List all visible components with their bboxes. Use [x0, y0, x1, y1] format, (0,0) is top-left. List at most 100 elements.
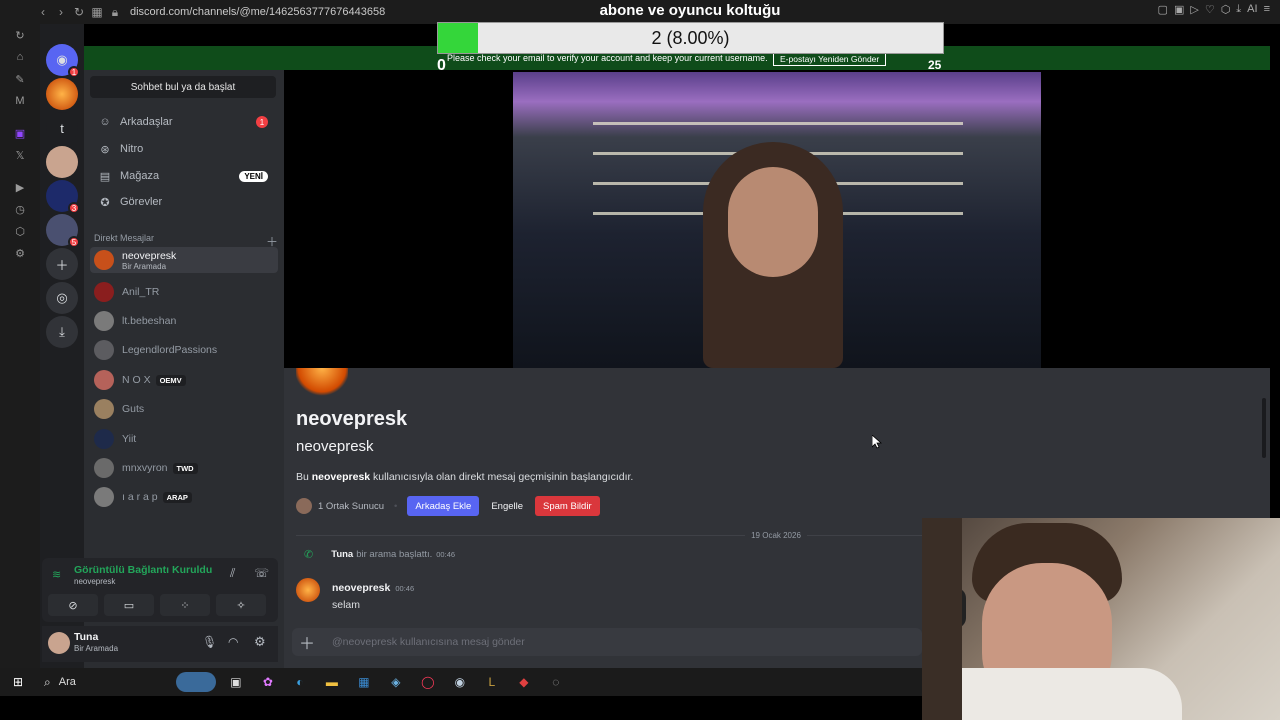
download-icon[interactable]: ⤓	[1236, 3, 1241, 16]
reload-icon[interactable]: ↻	[70, 3, 88, 21]
server-avatar-2[interactable]: 5	[46, 214, 80, 248]
settings-icon[interactable]: ⚙	[0, 242, 40, 264]
weather-widget[interactable]	[175, 672, 216, 692]
steam-icon[interactable]: ◉	[448, 672, 472, 692]
soundboard-button[interactable]: ✧	[216, 594, 266, 616]
noise-suppression-icon[interactable]: ⫽	[230, 566, 235, 581]
message-avatar[interactable]	[296, 578, 320, 602]
notes-icon[interactable]: ✎	[0, 68, 40, 90]
discord-home-icon[interactable]: ◉ 1	[46, 44, 80, 78]
riot-icon[interactable]: ◆	[512, 672, 536, 692]
camera-off-button[interactable]: ⊘	[48, 594, 98, 616]
report-spam-button[interactable]: Spam Bildir	[535, 496, 600, 516]
clock-icon[interactable]: ◷	[0, 198, 40, 220]
explore-icon[interactable]: ◎	[46, 282, 78, 314]
dm-name: N O X	[122, 374, 151, 386]
twitch-icon[interactable]: ▣	[0, 122, 40, 144]
progress-bar: 2 (8.00%)	[437, 22, 944, 54]
screenshot-icon[interactable]: ▣	[1174, 3, 1184, 16]
browser-actions: ▢ ▣ ▷ ♡ ⬡ ⤓ AI ≡	[1158, 3, 1270, 16]
dm-item[interactable]: LegendlordPassions	[90, 337, 278, 363]
voice-status[interactable]: Görüntülü Bağlantı Kuruldu	[74, 564, 212, 576]
headphones-icon[interactable]: ◠	[228, 635, 238, 649]
avatar[interactable]	[48, 632, 70, 654]
nitro-icon: ⊛	[100, 143, 110, 156]
microphone-icon[interactable]: 🎙︎	[202, 635, 217, 649]
nav-quests[interactable]: ✪ Görevler	[90, 190, 278, 214]
scrollbar[interactable]	[1262, 398, 1266, 458]
discord-taskbar-icon[interactable]: ◌	[544, 672, 568, 692]
nav-nitro[interactable]: ⊛ Nitro	[90, 137, 278, 161]
settings-icon[interactable]: ⚙	[254, 634, 266, 650]
nav-shop[interactable]: ▤ Mağaza YENİ	[90, 164, 278, 188]
download-apps-icon[interactable]: ⤓	[46, 316, 78, 348]
avatar	[94, 429, 114, 449]
dm-item[interactable]: N O X OEMV	[90, 367, 278, 393]
store-icon[interactable]: ▦	[352, 672, 376, 692]
dm-name: mnxvyron	[122, 462, 168, 474]
dm-item[interactable]: Anil_TR	[90, 279, 278, 305]
activities-button[interactable]: ⁘	[160, 594, 210, 616]
task-view-icon[interactable]: ▣	[224, 672, 248, 692]
ai-button[interactable]: AI	[1247, 3, 1257, 16]
edge-icon[interactable]: ◐	[288, 672, 312, 692]
back-icon[interactable]: ‹	[34, 3, 52, 21]
menu-icon[interactable]: ≡	[1264, 3, 1270, 16]
heart-icon[interactable]: ♡	[1205, 3, 1215, 16]
extensions-icon[interactable]: ⬡	[1221, 3, 1231, 16]
attach-icon[interactable]: ＋	[292, 630, 322, 654]
screen-share-button[interactable]: ▭	[104, 594, 154, 616]
x-icon[interactable]: 𝕏	[0, 144, 40, 166]
dm-tag: OEMV	[155, 375, 186, 386]
url-field[interactable]: discord.com/channels/@me/146256377767644…	[130, 6, 385, 18]
message-input[interactable]	[332, 636, 892, 648]
bag-icon[interactable]: ⌂	[0, 46, 40, 68]
media-icon[interactable]: ▶	[0, 176, 40, 198]
app-icon[interactable]: ◈	[384, 672, 408, 692]
bookmark-icon[interactable]: ▢	[1158, 3, 1168, 16]
server-hiker[interactable]: 3	[46, 180, 80, 214]
page-settings-icon[interactable]: ▦	[88, 3, 106, 21]
windows-start-icon[interactable]: ⊞	[6, 672, 30, 692]
nav-label: Nitro	[120, 143, 144, 155]
server-fire[interactable]	[46, 78, 78, 110]
remote-video[interactable]	[513, 72, 1041, 368]
league-icon[interactable]: L	[480, 672, 504, 692]
explorer-icon[interactable]: ▬	[320, 672, 344, 692]
disconnect-icon[interactable]: ☏	[254, 566, 269, 580]
message-author[interactable]: neovepresk	[332, 582, 390, 594]
video-face	[728, 167, 818, 277]
mail-icon[interactable]: M	[0, 90, 40, 112]
dm-item[interactable]: mnxvyron TWD	[90, 455, 278, 481]
dm-text: Anil_TR	[122, 286, 159, 298]
dm-item[interactable]: neovepresk Bir Aramada	[90, 247, 278, 273]
copilot-icon[interactable]: ✿	[256, 672, 280, 692]
history-icon[interactable]: ↻	[0, 24, 40, 46]
forward-icon[interactable]: ›	[52, 3, 70, 21]
nav-friends[interactable]: ☺ Arkadaşlar 1	[90, 110, 278, 134]
resend-email-button[interactable]: E-postayı Yeniden Gönder	[773, 52, 887, 66]
opera-icon[interactable]: ◯	[416, 672, 440, 692]
add-server-icon[interactable]: ＋	[46, 248, 78, 280]
dm-item[interactable]: ı a r a p ARAP	[90, 484, 278, 510]
taskbar-search[interactable]: Ara	[59, 676, 76, 688]
cube-icon[interactable]: ⬡	[0, 220, 40, 242]
mutual-servers[interactable]: 1 Ortak Sunucu	[318, 501, 384, 512]
add-friend-button[interactable]: Arkadaş Ekle	[407, 496, 480, 516]
server-t[interactable]: t	[46, 112, 78, 144]
dm-item[interactable]: Yiit	[90, 426, 278, 452]
dm-text: neovepresk Bir Aramada	[122, 250, 176, 271]
play-icon[interactable]: ▷	[1190, 3, 1198, 16]
call-user[interactable]: Tuna	[331, 549, 353, 560]
avatar	[94, 250, 114, 270]
user-name[interactable]: Tuna	[74, 631, 98, 643]
search-icon[interactable]: ⌕	[44, 675, 51, 690]
dm-item[interactable]: lt.bebeshan	[90, 308, 278, 334]
dm-item[interactable]: Guts	[90, 396, 278, 422]
call-text: bir arama başlattı.	[356, 549, 433, 560]
desc-suffix: kullanıcısıyla olan direkt mesaj geçmişi…	[370, 471, 634, 483]
find-conversation-button[interactable]: Sohbet bul ya da başlat	[90, 76, 276, 98]
block-button[interactable]: Engelle	[483, 496, 531, 516]
server-avatar-1[interactable]	[46, 146, 78, 178]
shelf	[922, 518, 962, 720]
